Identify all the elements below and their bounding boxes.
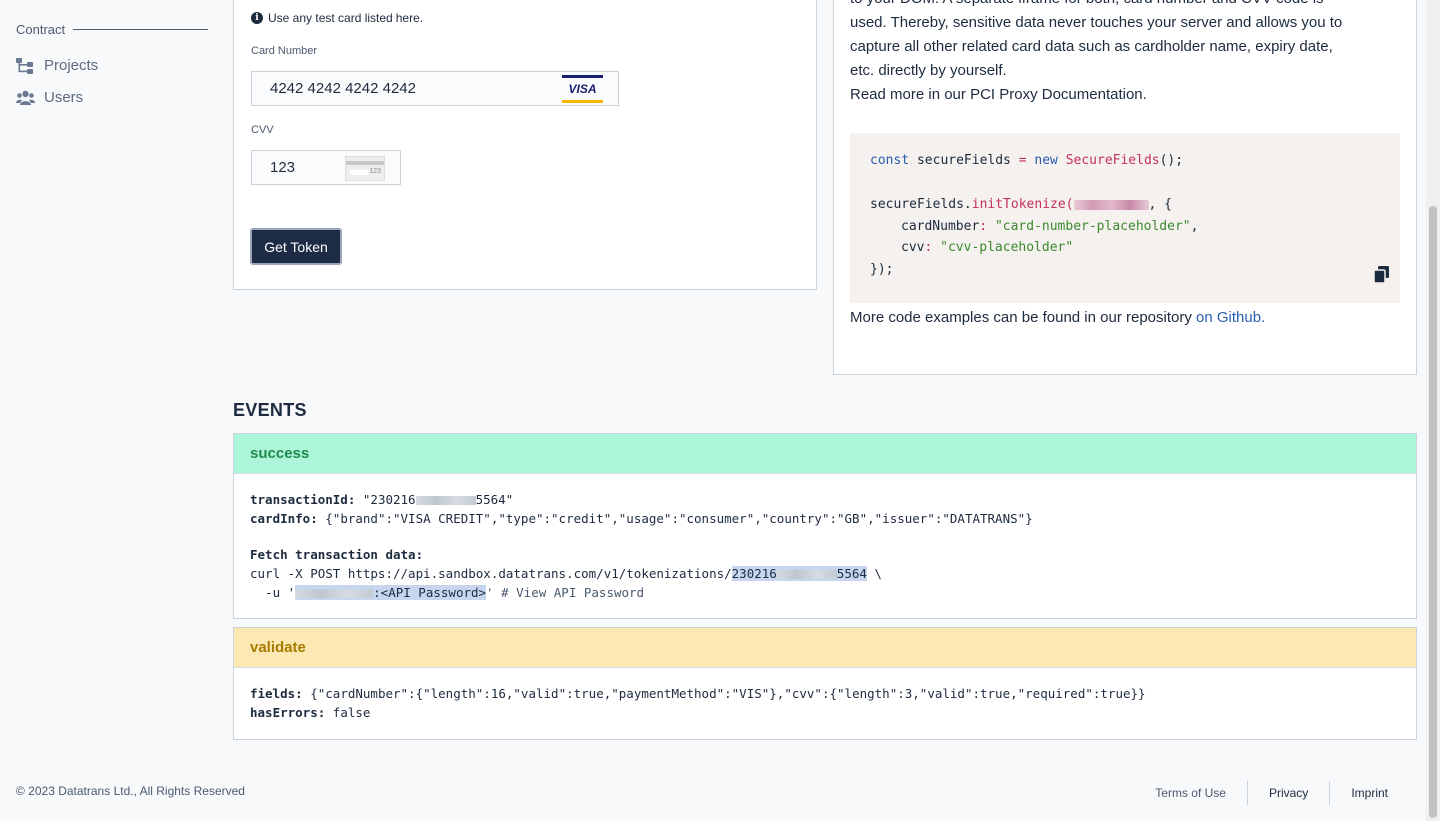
- copy-icon[interactable]: [1374, 266, 1390, 283]
- fields-line: fields: {"cardNumber":{"length":16,"vali…: [250, 686, 1146, 701]
- page-scrollbar[interactable]: [1426, 0, 1440, 821]
- privacy-link[interactable]: Privacy: [1269, 786, 1308, 800]
- card-info-line: cardInfo: {"brand":"VISA CREDIT","type":…: [250, 511, 1033, 526]
- validate-event-header: validate: [234, 628, 1416, 668]
- code-example: const secureFields = new SecureFields();…: [850, 133, 1400, 303]
- card-brand-label: VISA: [568, 82, 597, 96]
- test-card-link[interactable]: here.: [396, 11, 423, 25]
- fetch-label: Fetch transaction data:: [250, 547, 424, 562]
- redacted-transaction-id: [776, 570, 837, 579]
- sidebar-item-label: Projects: [44, 57, 99, 74]
- read-more-line: Read more in our PCI Proxy Documentation…: [850, 83, 1402, 107]
- users-icon: [16, 90, 35, 105]
- events-title: EVENTS: [233, 400, 307, 420]
- read-more-prefix: Read more in our: [850, 86, 966, 103]
- scrollbar-thumb[interactable]: [1429, 206, 1437, 818]
- code-line: cardNumber: "card-number-placeholder",: [901, 219, 1199, 234]
- terms-link[interactable]: Terms of Use: [1155, 786, 1226, 800]
- docs-line: etc. directly by yourself.: [850, 62, 1007, 79]
- cvv-field[interactable]: 123 123: [251, 150, 401, 185]
- sidebar-item-projects[interactable]: Projects: [16, 57, 98, 74]
- success-event-header: success: [234, 434, 1416, 474]
- curl-command-line[interactable]: curl -X POST https://api.sandbox.datatra…: [250, 566, 882, 581]
- code-line: const secureFields = new SecureFields();: [870, 153, 1184, 168]
- success-event: success transactionId: "230216 5564" card…: [233, 433, 1417, 619]
- copyright: © 2023 Datatrans Ltd., All Rights Reserv…: [16, 784, 245, 798]
- card-form-panel: i Use any test card listed here. Card Nu…: [233, 0, 817, 290]
- info-icon: i: [251, 12, 263, 24]
- sidebar-item-label: Users: [44, 89, 84, 106]
- sitemap-icon: [16, 57, 33, 74]
- redacted-merchant-id: [1073, 199, 1149, 210]
- cvv-card-digits: 123: [369, 168, 381, 175]
- more-examples-prefix: More code examples can be found in our r…: [850, 309, 1192, 326]
- cvv-value: 123: [270, 159, 296, 176]
- docs-line: capture all other related card data such…: [850, 38, 1333, 55]
- docs-line: to your DOM. A separate iframe for both,…: [850, 0, 1402, 11]
- github-link[interactable]: on Github.: [1196, 309, 1265, 326]
- footer-divider: [1329, 781, 1331, 805]
- contract-heading: Contract: [16, 22, 208, 37]
- sidebar-item-users[interactable]: Users: [16, 89, 83, 106]
- test-card-info: i Use any test card listed here.: [251, 11, 423, 25]
- more-examples-line: More code examples can be found in our r…: [850, 309, 1265, 326]
- docs-panel: to your DOM. A separate iframe for both,…: [833, 0, 1417, 375]
- card-number-field[interactable]: 4242 4242 4242 4242 VISA: [251, 71, 619, 106]
- contract-divider: [73, 29, 208, 30]
- card-number-value: 4242 4242 4242 4242: [270, 80, 416, 97]
- footer-divider: [1246, 781, 1248, 805]
- contract-label: Contract: [16, 22, 66, 37]
- redacted-transaction-id: [415, 496, 476, 505]
- code-line: });: [870, 262, 894, 277]
- has-errors-line: hasErrors: false: [250, 705, 371, 720]
- code-line: cvv: "cvv-placeholder": [901, 240, 1074, 255]
- cvv-label: CVV: [251, 124, 274, 136]
- redacted-username: [295, 589, 374, 598]
- docs-description: to your DOM. A separate iframe for both,…: [850, 0, 1402, 107]
- code-line: secureFields.initTokenize(, {: [870, 197, 1172, 212]
- cvv-card-icon: 123: [345, 156, 385, 181]
- pci-proxy-docs-link[interactable]: PCI Proxy Documentation.: [970, 86, 1147, 103]
- visa-logo: VISA: [562, 75, 603, 103]
- docs-line: used. Thereby, sensitive data never touc…: [850, 14, 1343, 31]
- curl-user-line[interactable]: -u ':<API Password>' # View API Password: [250, 585, 644, 600]
- transaction-id-line: transactionId: "230216 5564": [250, 492, 514, 507]
- get-token-button[interactable]: Get Token: [250, 228, 342, 265]
- info-text: Use any test card listed: [268, 11, 393, 25]
- card-number-label: Card Number: [251, 45, 318, 57]
- footer-links: Terms of Use Privacy Imprint: [1155, 781, 1388, 805]
- imprint-link[interactable]: Imprint: [1351, 786, 1388, 800]
- validate-event: validate fields: {"cardNumber":{"length"…: [233, 627, 1417, 740]
